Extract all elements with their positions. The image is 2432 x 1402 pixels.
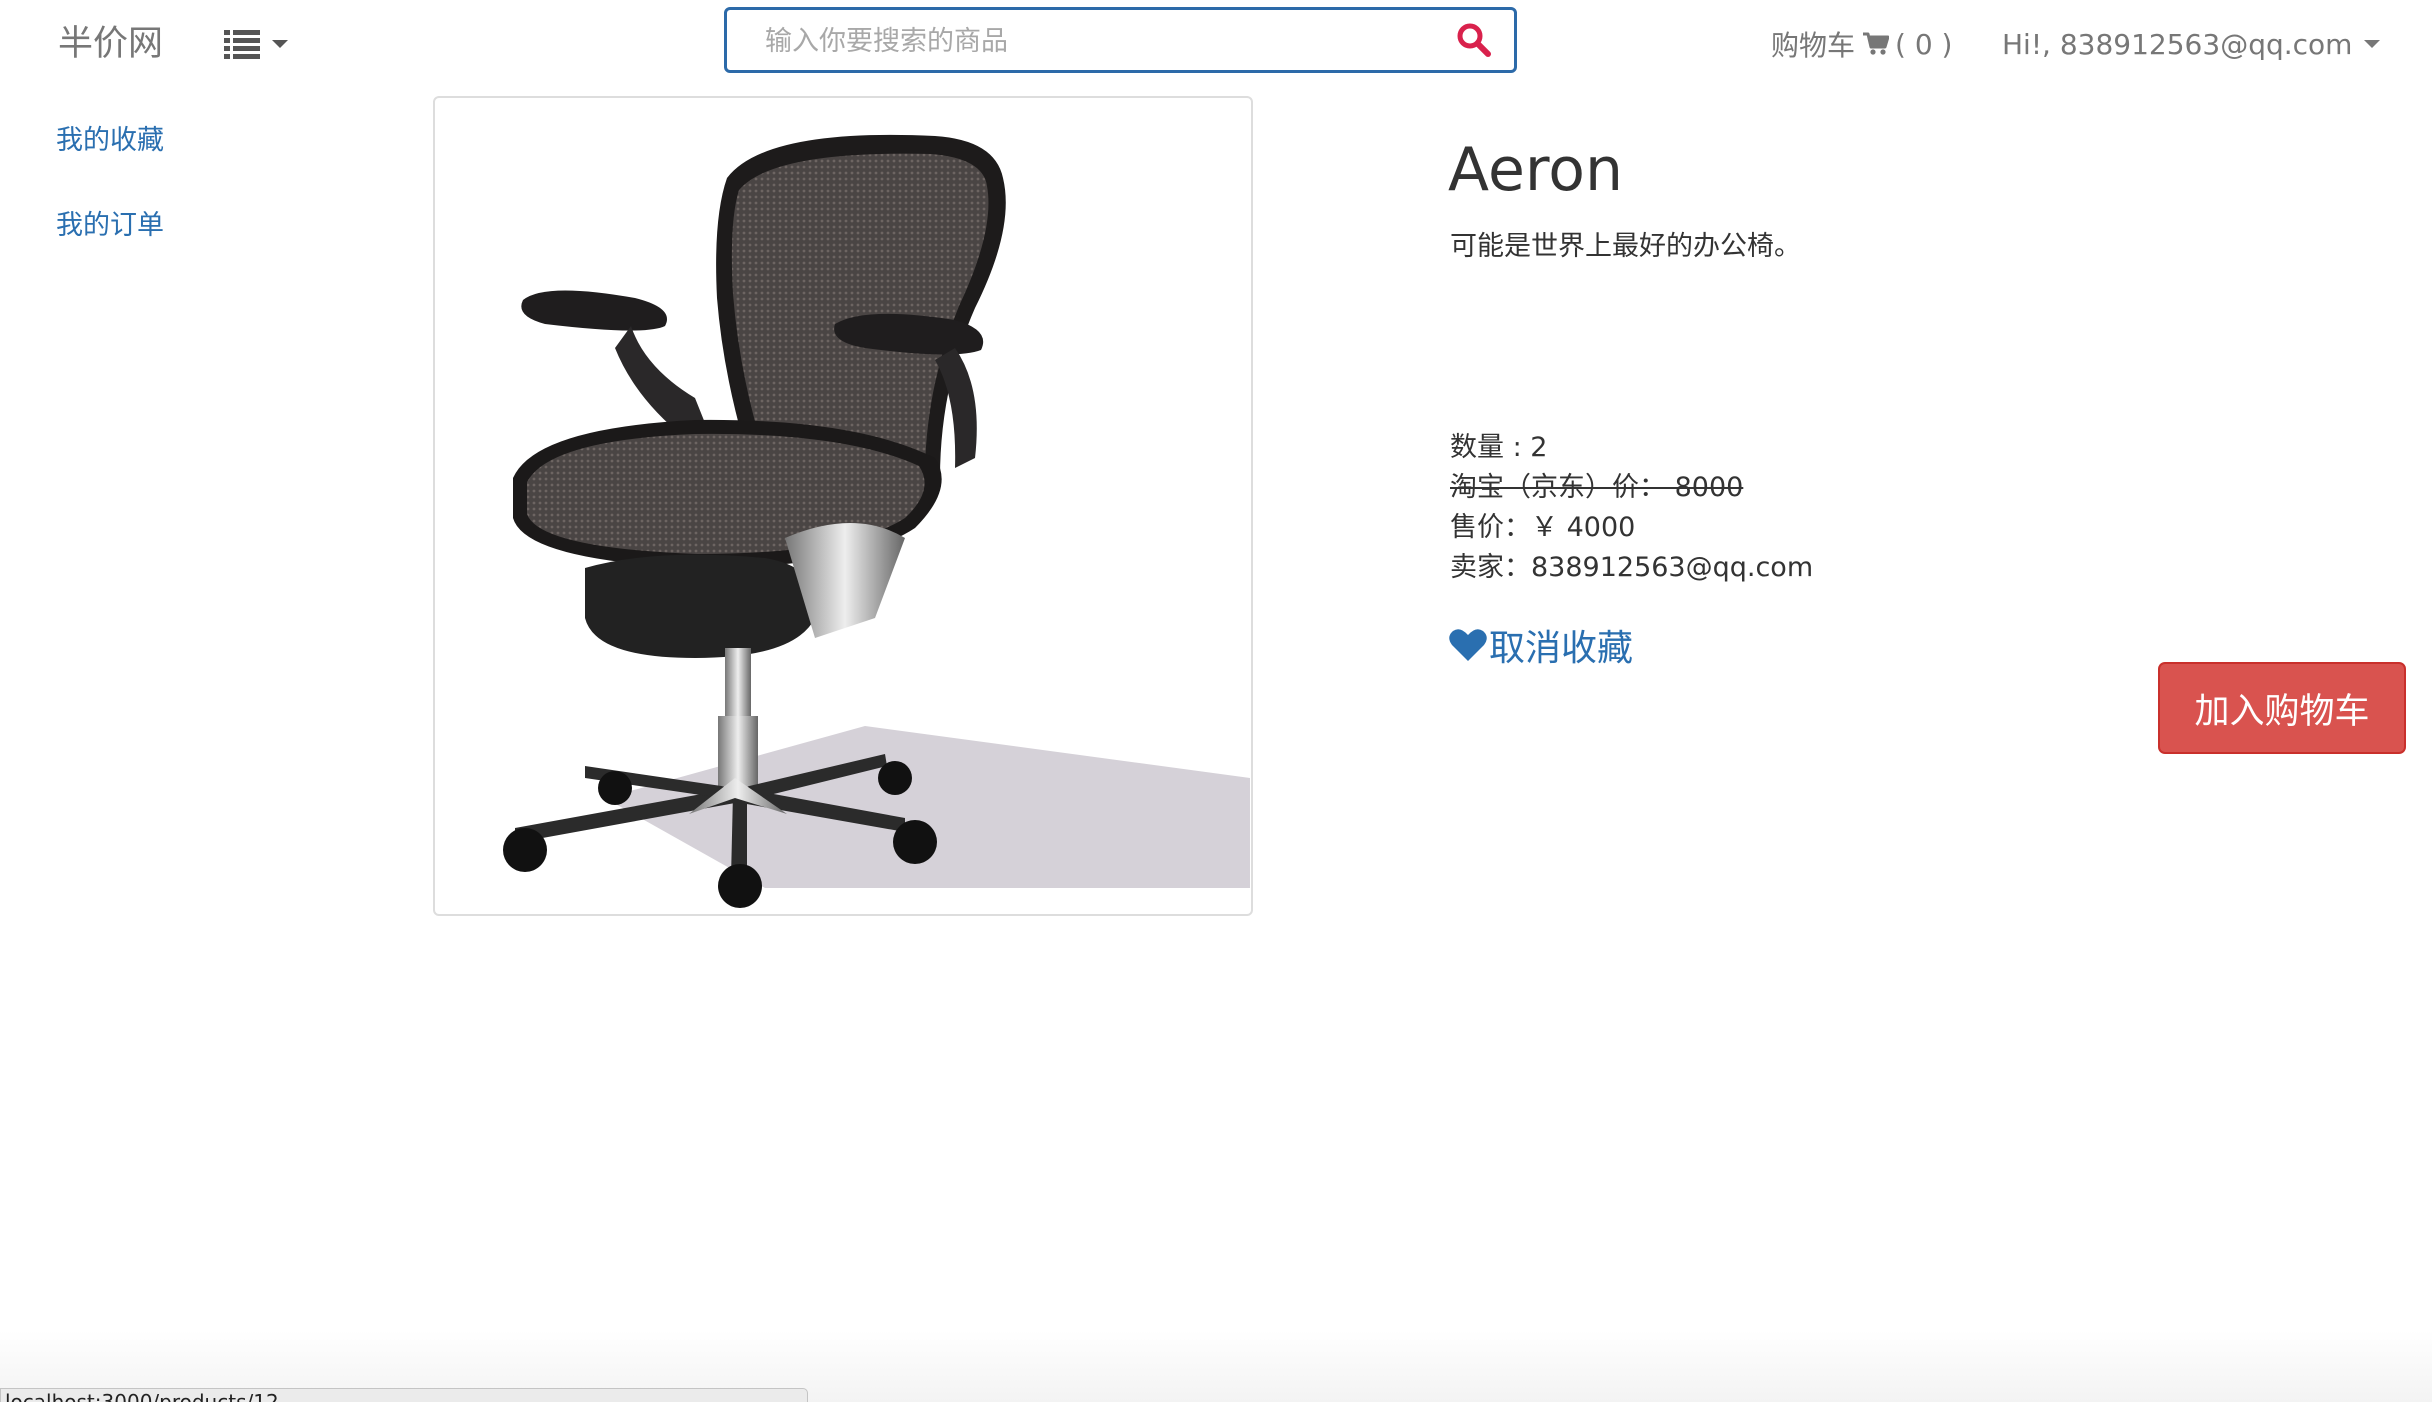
search-input[interactable]	[763, 10, 1427, 72]
brand-logo[interactable]: 半价网	[58, 20, 163, 68]
status-url: localhost:3000/products/12	[5, 1390, 279, 1402]
list-icon	[224, 30, 260, 59]
product-description: 可能是世界上最好的办公椅。	[1450, 231, 1801, 262]
sidebar-item-orders[interactable]: 我的订单	[56, 203, 164, 242]
cart-count: ( 0 )	[1895, 27, 1953, 61]
product-original-price: 淘宝（京东）价： 8000	[1450, 472, 1744, 503]
cart-link[interactable]: 购物车 ( 0 )	[1771, 22, 1952, 66]
category-menu-toggle[interactable]	[224, 24, 296, 64]
product-price: 售价：￥ 4000	[1450, 512, 1636, 543]
user-greeting: Hi!, 838912563@qq.com	[2002, 27, 2353, 61]
search-box	[724, 7, 1517, 73]
browser-status-bar: localhost:3000/products/12	[0, 1388, 808, 1402]
chevron-down-icon	[272, 40, 288, 48]
add-to-cart-button[interactable]: 加入购物车	[2158, 662, 2406, 754]
product-title: Aeron	[1448, 135, 1623, 205]
product-image	[433, 96, 1253, 916]
heart-icon	[1449, 629, 1487, 661]
user-menu[interactable]: Hi!, 838912563@qq.com	[2002, 22, 2381, 66]
unfavorite-label: 取消收藏	[1489, 628, 1634, 669]
product-quantity: 数量 : 2	[1450, 432, 1548, 463]
office-chair-image	[503, 134, 1250, 908]
cart-icon	[1863, 32, 1890, 55]
search-button[interactable]	[1456, 22, 1492, 58]
sidebar-item-favorites[interactable]: 我的收藏	[56, 118, 164, 157]
unfavorite-link[interactable]: 取消收藏	[1449, 620, 1633, 670]
product-seller: 卖家：838912563@qq.com	[1450, 552, 1814, 583]
search-icon	[1457, 23, 1491, 57]
chevron-down-icon	[2364, 40, 2381, 48]
cart-label: 购物车	[1771, 29, 1856, 62]
page: 半价网 购物车 ( 0 )	[0, 0, 2432, 1402]
